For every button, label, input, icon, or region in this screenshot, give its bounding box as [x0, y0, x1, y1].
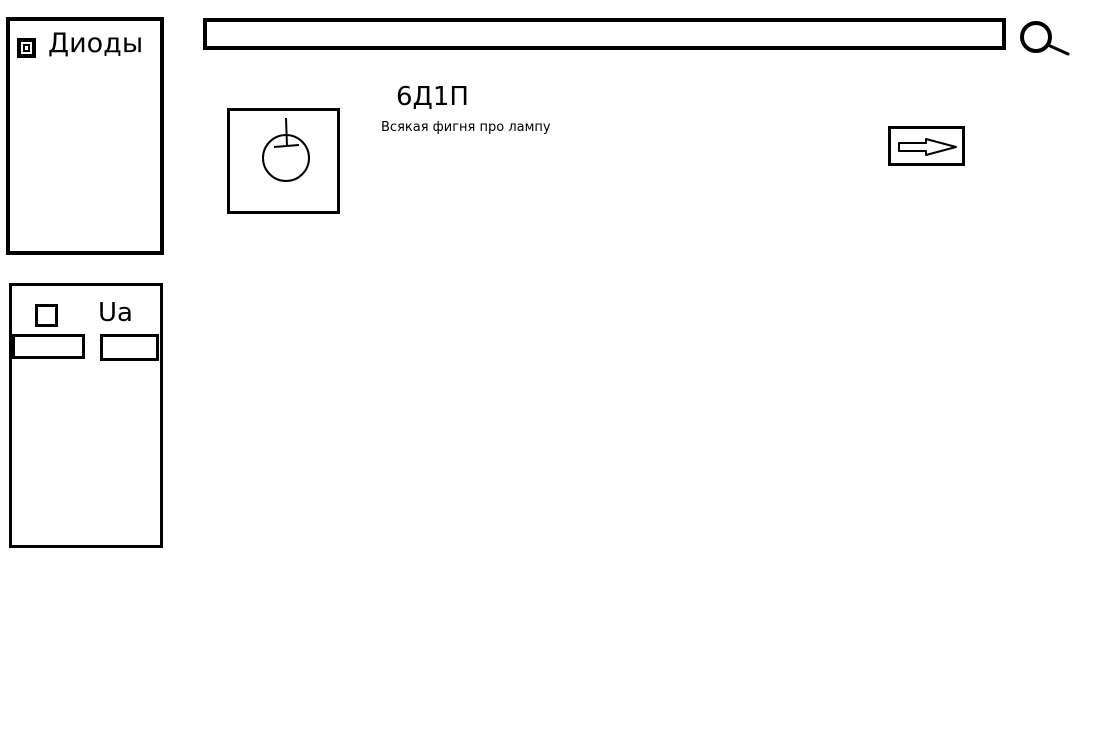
filter-max-input[interactable] — [100, 334, 159, 361]
category-checkbox[interactable] — [17, 38, 36, 58]
arrow-right-icon — [898, 138, 957, 156]
filter-panel — [9, 283, 163, 548]
search-icon[interactable] — [1017, 20, 1071, 56]
product-open-button[interactable] — [888, 126, 965, 166]
filter-label: Ua — [98, 298, 133, 328]
product-image[interactable] — [227, 108, 340, 214]
search-input[interactable] — [203, 18, 1006, 50]
product-title[interactable]: 6Д1П — [396, 80, 469, 114]
product-description: Всякая фигня про лампу — [381, 120, 551, 135]
vacuum-tube-symbol-icon — [262, 117, 310, 182]
filter-min-input[interactable] — [12, 334, 85, 359]
filter-checkbox[interactable] — [35, 304, 58, 327]
category-label: Диоды — [48, 28, 144, 59]
